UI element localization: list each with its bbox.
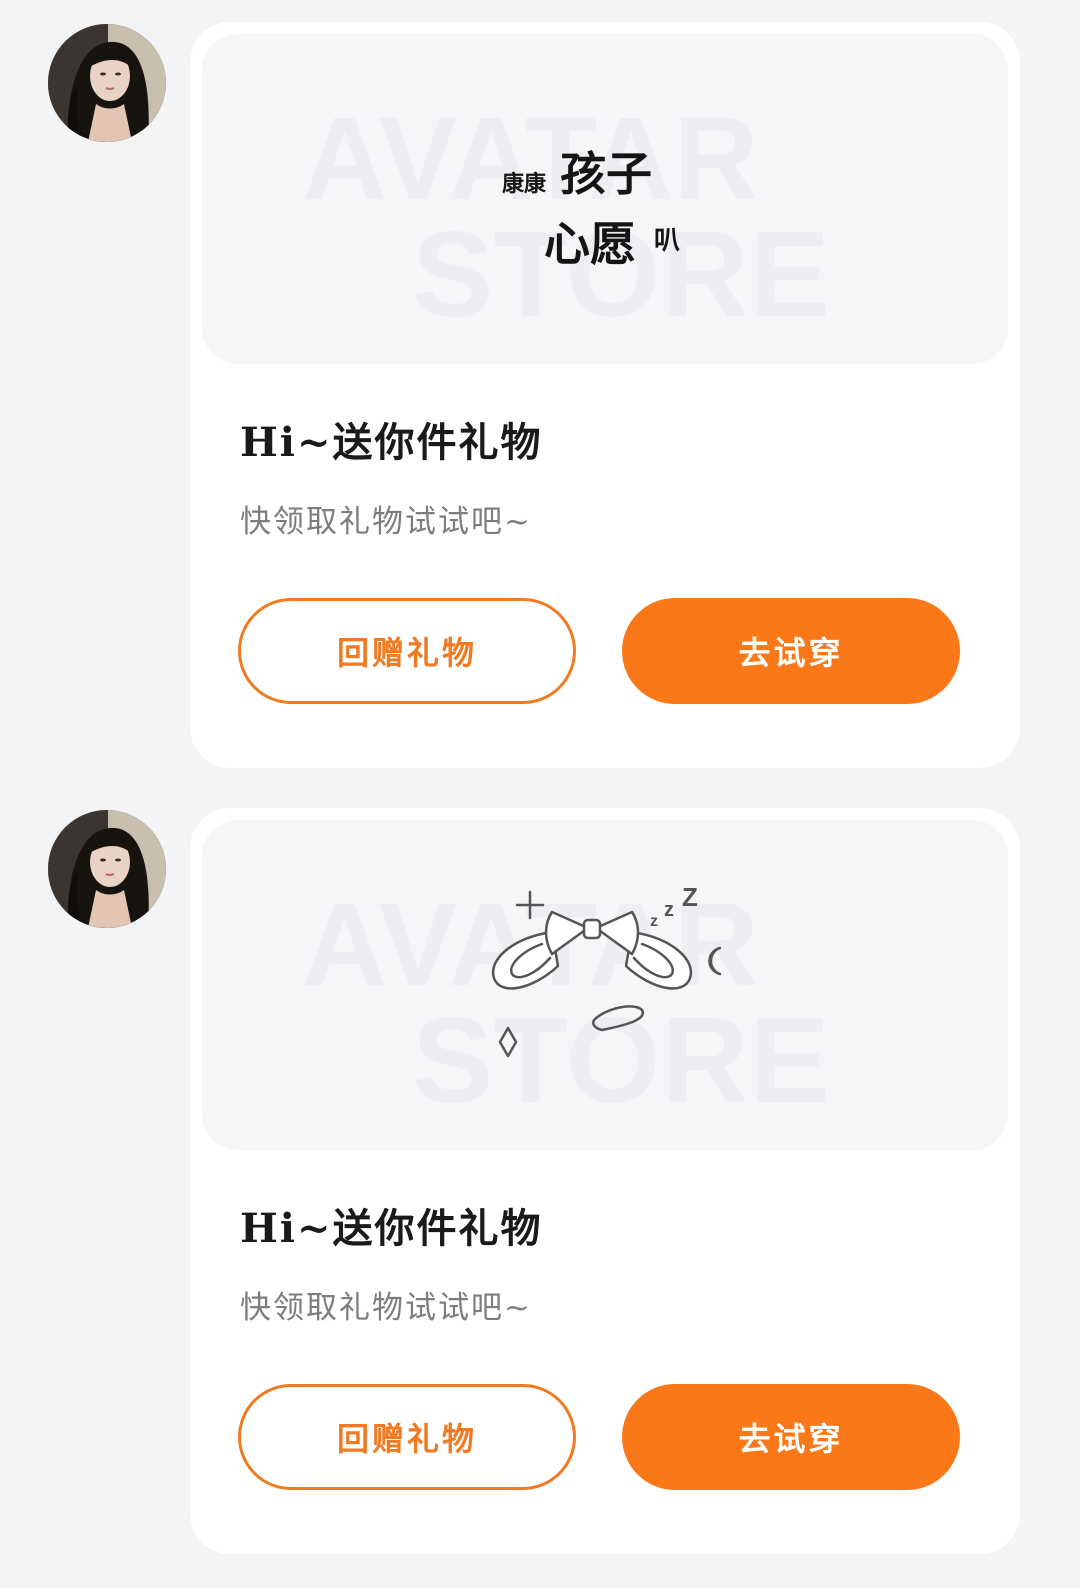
gift-card: AVATAR STORE [190,808,1020,1554]
svg-text:z: z [664,899,674,921]
sticker-text: 康康 [502,171,547,197]
gift-preview[interactable]: AVATAR STORE [202,820,1008,1150]
svg-text:z: z [650,913,658,930]
return-gift-button[interactable]: 回赠礼物 [238,1384,576,1490]
avatar[interactable] [48,810,166,928]
gift-card: AVATAR STORE 康康 孩子 心愿 叭 Hi~送你件礼物 快领取礼物试试… [190,22,1020,768]
sticker-text: 叭 [654,226,681,256]
gift-title: Hi~送你件礼物 [240,1205,543,1252]
gift-title: Hi~送你件礼物 [240,419,543,466]
gift-preview[interactable]: AVATAR STORE 康康 孩子 心愿 叭 [202,34,1008,364]
svg-text:Z: Z [682,882,698,912]
gift-subtitle: 快领取礼物试试吧~ [240,1290,532,1326]
gift-subtitle: 快领取礼物试试吧~ [240,504,532,540]
try-on-button[interactable]: 去试穿 [622,598,960,704]
bow-icon: z z Z [491,882,722,1058]
sticker-text: 心愿 [544,217,636,271]
avatar[interactable] [48,24,166,142]
return-gift-button[interactable]: 回赠礼物 [238,598,576,704]
sticker-text: 孩子 [560,147,652,201]
try-on-button[interactable]: 去试穿 [622,1384,960,1490]
